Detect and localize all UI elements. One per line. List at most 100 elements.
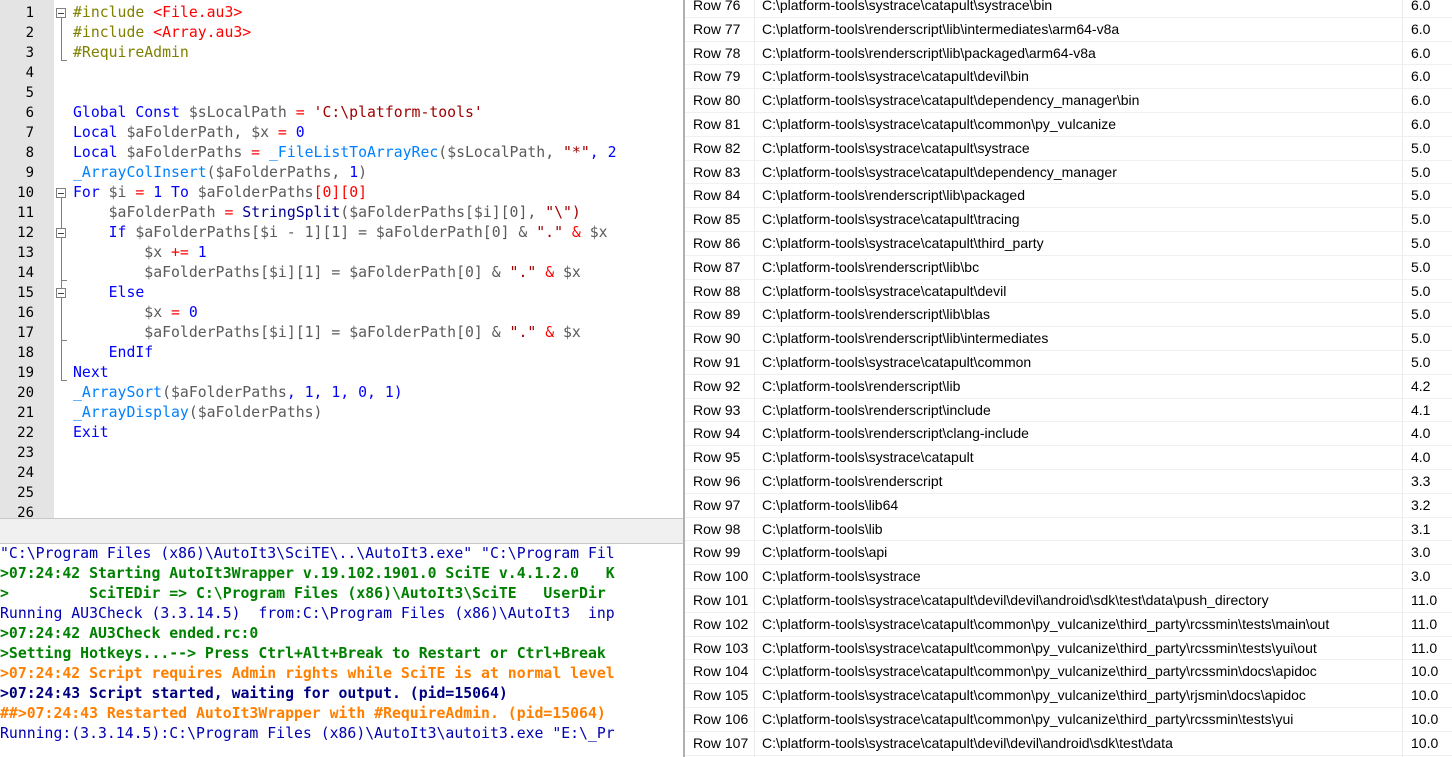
table-row[interactable]: Row 91 C:\platform-tools\systrace\catapul… bbox=[685, 351, 1452, 375]
table-row[interactable]: Row 84 C:\platform-tools\renderscript\lib… bbox=[685, 184, 1452, 209]
code-line-1: #include <File.au3> bbox=[73, 3, 242, 23]
fold-toggle-icon[interactable] bbox=[56, 188, 66, 198]
table-row[interactable]: Row 89 C:\platform-tools\renderscript\lib… bbox=[685, 303, 1452, 328]
table-row[interactable]: Row 96 C:\platform-tools\renderscript 3.3 bbox=[685, 470, 1452, 494]
array-display-table[interactable]: Row 76 C:\platform-tools\systrace\catapul… bbox=[685, 0, 1452, 757]
table-row[interactable]: Row 97 C:\platform-tools\lib64 3.2 bbox=[685, 494, 1452, 518]
table-row[interactable]: Row 87 C:\platform-tools\renderscript\lib… bbox=[685, 256, 1452, 280]
code-editor[interactable]: 1 2 3 4 5 6 7 8 9 10 11 12 13 14 15 16 17 18 19 20 21 22 23 24 2… bbox=[0, 0, 683, 518]
operator: = bbox=[269, 124, 296, 141]
path-cell: C:\platform-tools\systrace\catapult\thir… bbox=[762, 235, 1044, 251]
path-cell: C:\platform-tools\systrace\catapult\devi… bbox=[762, 734, 1173, 751]
output-line: Running:(3.3.14.5):C:\Program Files (x86… bbox=[0, 725, 615, 742]
path-cell: C:\platform-tools\renderscript\clang-inc… bbox=[762, 425, 1029, 442]
table-row[interactable]: Row 80 C:\platform-tools\systrace\catapul… bbox=[685, 89, 1452, 113]
table-row[interactable]: Row 94 C:\platform-tools\renderscript\cla… bbox=[685, 422, 1452, 447]
code-line-3: #RequireAdmin bbox=[73, 43, 189, 63]
code-line-14: $aFolderPaths[$i][1] = $aFolderPath[0] &… bbox=[73, 263, 581, 283]
depth-cell: 5.0 bbox=[1411, 211, 1431, 228]
table-row[interactable]: Row 95 C:\platform-tools\systrace\catapul… bbox=[685, 446, 1452, 470]
pane-splitter[interactable] bbox=[0, 518, 683, 544]
table-row[interactable]: Row 88 C:\platform-tools\systrace\catapul… bbox=[685, 280, 1452, 304]
variable: $aFolderPaths bbox=[215, 164, 332, 181]
row-index-cell: Row 102 bbox=[693, 615, 749, 632]
row-index-cell: Row 79 bbox=[693, 68, 741, 85]
table-row[interactable]: Row 106 C:\platform-tools\systrace\catapu… bbox=[685, 708, 1452, 732]
keyword: Next bbox=[73, 364, 109, 381]
table-row[interactable]: Row 90 C:\platform-tools\renderscript\lib… bbox=[685, 327, 1452, 351]
row-index-cell: Row 90 bbox=[693, 330, 741, 347]
path-cell: C:\platform-tools\renderscript bbox=[762, 473, 943, 489]
variable: $aFolderPath bbox=[349, 324, 457, 341]
output-line: >07:24:42 Starting AutoIt3Wrapper v.19.1… bbox=[0, 565, 615, 582]
path-cell: C:\platform-tools\api bbox=[762, 544, 888, 561]
line-number: 24 bbox=[17, 465, 34, 481]
row-index-cell: Row 82 bbox=[693, 139, 741, 156]
table-row[interactable]: Row 92 C:\platform-tools\renderscript\lib… bbox=[685, 375, 1452, 399]
table-row[interactable]: Row 85 C:\platform-tools\systrace\catapul… bbox=[685, 208, 1452, 232]
depth-cell: 5.0 bbox=[1411, 235, 1431, 251]
fold-toggle-icon[interactable] bbox=[56, 8, 66, 18]
line-number: 26 bbox=[17, 505, 34, 518]
fold-toggle-icon[interactable] bbox=[56, 288, 66, 298]
table-row[interactable]: Row 79 C:\platform-tools\systrace\catapul… bbox=[685, 65, 1452, 90]
table-row[interactable]: Row 103 C:\platform-tools\systrace\catapu… bbox=[685, 637, 1452, 661]
paren: ( bbox=[340, 204, 350, 221]
line-number: 7 bbox=[25, 125, 34, 141]
depth-cell: 5.0 bbox=[1411, 306, 1431, 323]
line-number: 5 bbox=[25, 85, 34, 101]
table-row[interactable]: Row 100 C:\platform-tools\systrace 3.0 bbox=[685, 565, 1452, 589]
table-row[interactable]: Row 76 C:\platform-tools\systrace\catapul… bbox=[685, 0, 1452, 18]
path-cell: C:\platform-tools\systrace\catapult bbox=[762, 449, 974, 466]
operator: & bbox=[536, 264, 564, 281]
output-line: >07:24:42 AU3Check ended.rc:0 bbox=[0, 625, 259, 642]
operator: = bbox=[162, 304, 189, 321]
row-index-cell: Row 80 bbox=[693, 92, 741, 109]
code-line-12: If $aFolderPaths[$i - 1][1] = $aFolderPa… bbox=[73, 223, 608, 243]
table-row[interactable]: Row 78 C:\platform-tools\renderscript\lib… bbox=[685, 42, 1452, 66]
keyword: To bbox=[162, 184, 198, 201]
depth-cell: 6.0 bbox=[1411, 68, 1431, 85]
table-row[interactable]: Row 102 C:\platform-tools\systrace\catapu… bbox=[685, 613, 1452, 637]
comma: , bbox=[545, 144, 564, 161]
keyword: Local bbox=[73, 124, 127, 141]
row-index-cell: Row 106 bbox=[693, 711, 749, 727]
path-cell: C:\platform-tools\systrace\catapult\comm… bbox=[762, 711, 1294, 727]
code-line-21: _ArrayDisplay($aFolderPaths) bbox=[73, 403, 322, 423]
index: [0] & bbox=[482, 224, 537, 241]
table-row[interactable]: Row 83 C:\platform-tools\systrace\catapul… bbox=[685, 161, 1452, 185]
string: "." bbox=[536, 224, 563, 241]
variable: $sLocalPath bbox=[188, 104, 287, 121]
operator: & bbox=[562, 224, 590, 241]
table-row[interactable]: Row 93 C:\platform-tools\renderscript\inc… bbox=[685, 399, 1452, 423]
output-pane[interactable]: "C:\Program Files (x86)\AutoIt3\SciTE\..… bbox=[0, 544, 683, 757]
path-cell: C:\platform-tools\systrace\catapult\devi… bbox=[762, 282, 1007, 299]
operator: = bbox=[242, 144, 269, 161]
table-row[interactable]: Row 104 C:\platform-tools\systrace\catapu… bbox=[685, 660, 1452, 685]
table-row[interactable]: Row 99 C:\platform-tools\api 3.0 bbox=[685, 541, 1452, 566]
table-row[interactable]: Row 105 C:\platform-tools\systrace\catapu… bbox=[685, 684, 1452, 708]
depth-cell: 5.0 bbox=[1411, 139, 1431, 156]
row-index-cell: Row 105 bbox=[693, 687, 749, 704]
table-row[interactable]: Row 81 C:\platform-tools\systrace\catapul… bbox=[685, 113, 1452, 137]
line-number: 11 bbox=[17, 205, 34, 221]
fold-toggle-icon[interactable] bbox=[56, 228, 66, 238]
line-number: 4 bbox=[25, 65, 34, 81]
include-file: <Array.au3> bbox=[153, 24, 252, 41]
paren: ( bbox=[438, 144, 448, 161]
row-index-cell: Row 93 bbox=[693, 401, 741, 418]
string: "\") bbox=[545, 204, 581, 221]
path-cell: C:\platform-tools\systrace\catapult\syst… bbox=[762, 0, 1053, 13]
variable: $x bbox=[563, 264, 581, 281]
table-row[interactable]: Row 86 C:\platform-tools\systrace\catapul… bbox=[685, 232, 1452, 256]
code-line-15: Else bbox=[73, 283, 145, 303]
row-index-cell: Row 95 bbox=[693, 449, 741, 466]
table-row[interactable]: Row 77 C:\platform-tools\renderscript\lib… bbox=[685, 18, 1452, 42]
table-row[interactable]: Row 107 C:\platform-tools\systrace\catapu… bbox=[685, 732, 1452, 756]
code-line-17: $aFolderPaths[$i][1] = $aFolderPath[0] &… bbox=[73, 323, 581, 343]
table-row[interactable]: Row 101 C:\platform-tools\systrace\catapu… bbox=[685, 589, 1452, 613]
code-line-16: $x = 0 bbox=[73, 303, 197, 323]
table-row[interactable]: Row 98 C:\platform-tools\lib 3.1 bbox=[685, 518, 1452, 542]
table-row[interactable]: Row 82 C:\platform-tools\systrace\catapul… bbox=[685, 137, 1452, 161]
